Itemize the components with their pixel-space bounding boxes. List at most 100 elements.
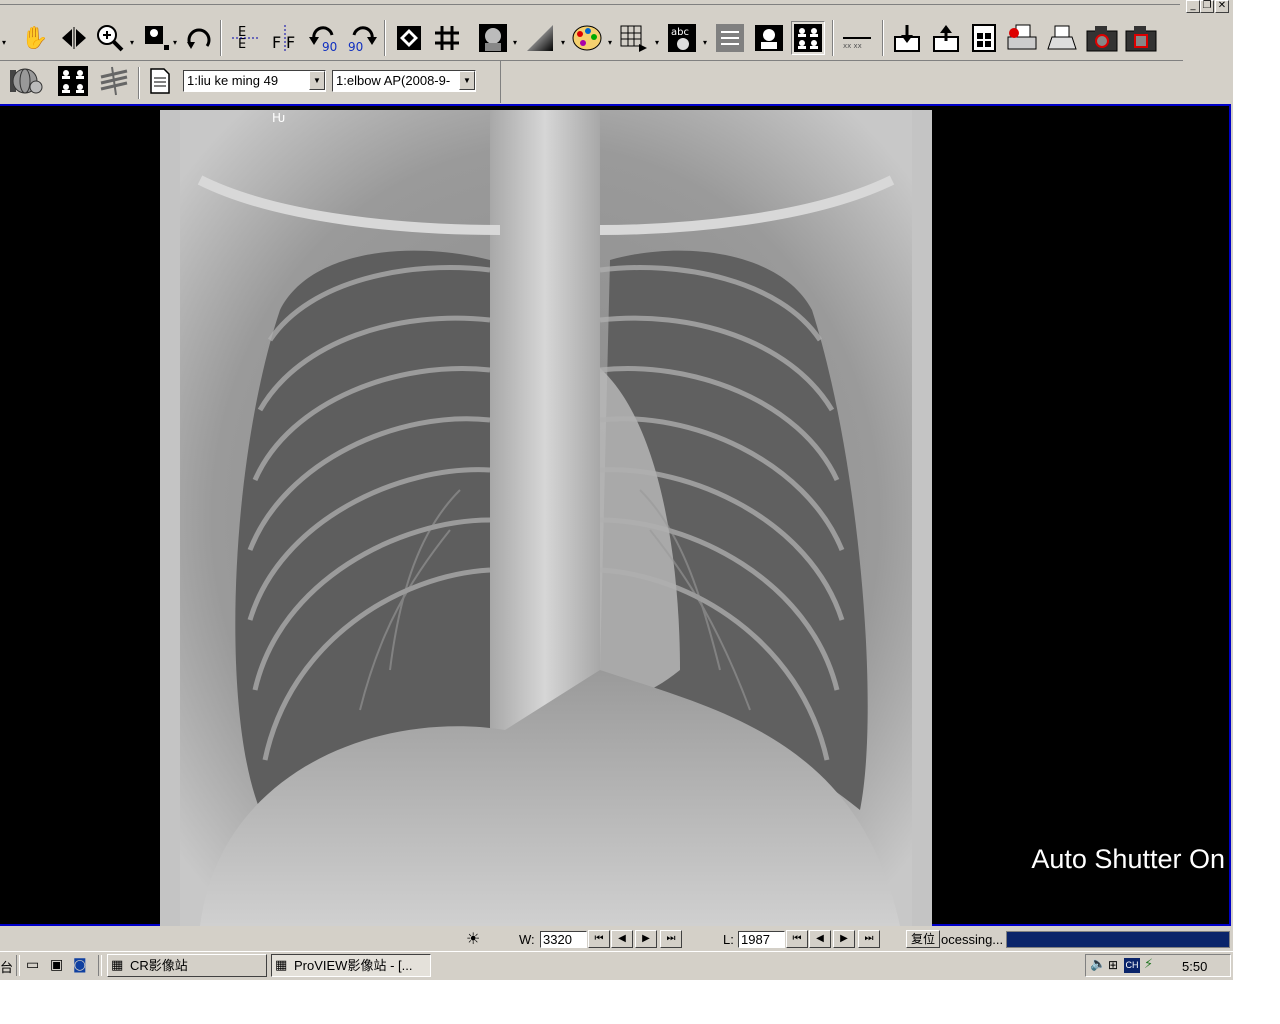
annotation-label: abc (671, 27, 689, 38)
task-cr-station[interactable]: ▦ CR影像站 (107, 954, 267, 977)
patient-select-value: 1:liu ke ming 49 (187, 73, 279, 88)
measure-line-icon[interactable]: xx xx (840, 21, 874, 55)
progress-fill (1007, 932, 1229, 947)
patient-select[interactable]: 1:liu ke ming 49 ▼ (183, 70, 326, 92)
menu-bar-remnant (0, 0, 1180, 5)
toolbar-separator (138, 67, 140, 99)
layout-icon[interactable] (617, 21, 651, 55)
main-toolbar: ▾ ✋ ▾ ▾ EE FF 90 90 ▾ ▾ ▾ ▾ abc ▾ xx xx (0, 16, 1183, 61)
annotation-icon[interactable]: abc (665, 21, 699, 55)
magnify-dropdown-icon[interactable]: ▾ (173, 38, 177, 47)
toolbar-separator (882, 20, 884, 56)
rotate-right-label: 90 (348, 40, 363, 53)
secondary-toolbar: 1:liu ke ming 49 ▼ 1:elbow AP(2008-9- ▼ (0, 61, 501, 103)
minimize-icon[interactable]: _ (1186, 0, 1200, 13)
svg-text:F: F (286, 33, 295, 52)
rotate-free-icon[interactable] (182, 21, 216, 55)
rotate-left-90-icon[interactable]: 90 (307, 21, 341, 55)
pan-hand-icon[interactable]: ✋ (18, 21, 52, 55)
palette-dropdown-icon[interactable]: ▾ (608, 38, 612, 47)
document-icon[interactable] (143, 64, 177, 98)
sync-scroll-icon[interactable] (97, 64, 131, 98)
browser-icon[interactable]: ◙ (73, 957, 87, 973)
layout-dropdown-icon[interactable]: ▾ (655, 38, 659, 47)
task-label: ProVIEW影像站 - [... (294, 958, 413, 973)
reset-button[interactable]: 复位 (906, 930, 940, 948)
brightness-icon[interactable]: ☀ (466, 929, 480, 948)
taskbar-separator (16, 955, 20, 976)
zoom-icon[interactable] (93, 21, 127, 55)
computer-icon[interactable]: ▣ (50, 957, 63, 973)
print-preview-icon[interactable] (1005, 21, 1039, 55)
save-icon[interactable] (967, 21, 1001, 55)
volume-icon[interactable]: 🔈 (1090, 957, 1106, 972)
w-prev-button[interactable]: ◀ (611, 930, 633, 948)
app-grid-icon: ▦ (111, 958, 124, 973)
clock[interactable]: 5:50 (1182, 959, 1207, 974)
four-person-icon[interactable] (791, 21, 825, 55)
import-icon[interactable] (929, 21, 963, 55)
w-next-button[interactable]: ▶ (635, 930, 657, 948)
w-last-button[interactable]: ⏭ (660, 930, 682, 948)
svg-text:F: F (272, 33, 281, 52)
color-palette-icon[interactable] (570, 21, 604, 55)
window-level-dropdown-icon[interactable]: ▾ (561, 38, 565, 47)
window-width-field[interactable]: 3320 (540, 931, 587, 948)
magnify-icon[interactable] (140, 21, 174, 55)
toolbar-separator (832, 20, 834, 56)
l-prev-button[interactable]: ◀ (809, 930, 831, 948)
camera-2-icon[interactable] (1124, 21, 1158, 55)
processing-status: ocessing... (941, 932, 1004, 947)
print-icon[interactable] (1045, 21, 1079, 55)
system-tray: 🔈 ⊞ CH ⚡ 5:50 (1085, 954, 1231, 977)
camera-1-icon[interactable] (1085, 21, 1119, 55)
w-first-button[interactable]: ⏮ (588, 930, 610, 948)
l-last-button[interactable]: ⏭ (858, 930, 880, 948)
toolbar-separator (384, 20, 386, 56)
export-icon[interactable] (890, 21, 924, 55)
four-panel-layout-icon[interactable] (56, 64, 90, 98)
taskbar: 台 ▭ ▣ ◙ ▦ CR影像站 ▦ ProVIEW影像站 - [... 🔈 ⊞ … (0, 951, 1233, 980)
l-first-button[interactable]: ⏮ (786, 930, 808, 948)
window-level-icon[interactable] (523, 21, 557, 55)
series-select[interactable]: 1:elbow AP(2008-9- ▼ (332, 70, 476, 92)
restore-icon[interactable]: ❐ (1200, 0, 1214, 13)
zoom-dropdown-icon[interactable]: ▾ (130, 38, 134, 47)
window-level-field[interactable]: 1987 (738, 931, 785, 948)
flip-vertical-icon[interactable]: EE (228, 21, 262, 55)
rotate-left-label: 90 (322, 40, 337, 53)
rotate-right-90-icon[interactable]: 90 (345, 21, 379, 55)
text-overlay-icon[interactable] (713, 21, 747, 55)
window-width-label: W: (519, 932, 535, 947)
grid-icon[interactable] (430, 21, 464, 55)
globe-scan-icon[interactable] (10, 64, 44, 98)
toolbar-separator (220, 20, 222, 56)
tray-app-icon[interactable]: ⚡ (1144, 957, 1153, 972)
series-select-value: 1:elbow AP(2008-9- (336, 73, 451, 88)
progress-bar (1006, 931, 1230, 948)
flip-text-icon[interactable]: FF (268, 21, 302, 55)
image-viewport[interactable]: Ƕ Auto Shutter On (0, 104, 1231, 926)
taskbar-left-fragment: 台 (0, 960, 14, 975)
app-grid-icon: ▦ (275, 958, 288, 973)
task-proview-station[interactable]: ▦ ProVIEW影像站 - [... (271, 954, 431, 977)
chevron-down-icon[interactable]: ▾ (2, 38, 6, 47)
flip-horizontal-icon[interactable] (57, 21, 91, 55)
input-method-icon[interactable]: CH (1124, 958, 1140, 973)
portrait-dropdown-icon[interactable]: ▾ (513, 38, 517, 47)
chevron-down-icon[interactable]: ▼ (459, 71, 475, 90)
chest-xray-image: Ƕ (160, 110, 932, 926)
close-icon[interactable]: ✕ (1215, 0, 1229, 13)
invert-icon[interactable] (392, 21, 426, 55)
svg-text:xx xx: xx xx (843, 42, 862, 50)
network-icon[interactable]: ⊞ (1108, 958, 1118, 972)
taskbar-separator (98, 955, 102, 976)
person-icon[interactable] (752, 21, 786, 55)
l-next-button[interactable]: ▶ (833, 930, 855, 948)
desktop-icon[interactable]: ▭ (26, 957, 39, 973)
portrait-icon[interactable] (476, 21, 510, 55)
chevron-down-icon[interactable]: ▼ (309, 71, 325, 90)
auto-shutter-overlay: Auto Shutter On (1031, 844, 1225, 874)
svg-text:Ƕ: Ƕ (272, 111, 285, 125)
annotation-dropdown-icon[interactable]: ▾ (703, 38, 707, 47)
